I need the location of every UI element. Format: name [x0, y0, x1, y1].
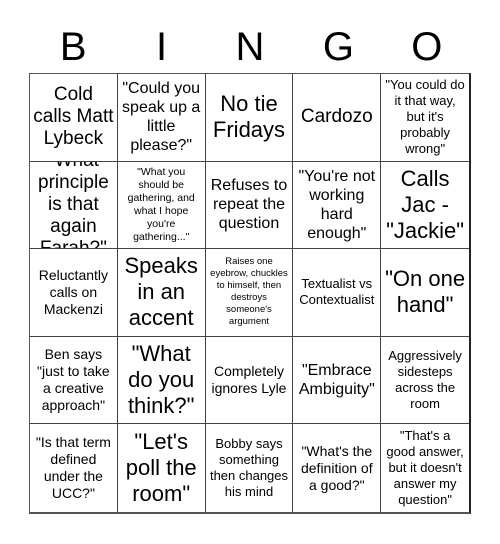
bingo-board: Cold calls Matt Lybeck "Could you speak … — [29, 73, 471, 514]
bingo-cell[interactable]: Speaks in an accent — [117, 249, 206, 337]
bingo-header: B I N G O — [29, 22, 471, 72]
bingo-cell[interactable]: Raises one eyebrow, chuckles to himself,… — [205, 249, 294, 337]
bingo-cell[interactable]: "You're not working hard enough" — [293, 161, 382, 250]
bingo-cell[interactable]: No tie Fridays — [205, 74, 294, 162]
bingo-cell[interactable]: "Embrace Ambiguity" — [293, 336, 382, 425]
header-letter-i: I — [156, 25, 168, 69]
bingo-cell[interactable]: Cold calls Matt Lybeck — [30, 74, 118, 162]
bingo-cell[interactable]: Cardozo — [293, 74, 382, 162]
bingo-cell[interactable]: Reluctantly calls on Mackenzi — [30, 249, 118, 337]
bingo-cell[interactable]: "What principle is that again Farah?" — [30, 161, 118, 250]
bingo-cell[interactable]: "That's a good answer, but it doesn't an… — [381, 424, 469, 512]
bingo-cell[interactable]: "What's the definition of a good?" — [293, 424, 382, 512]
bingo-cell[interactable]: "What do you think?" — [117, 336, 206, 425]
bingo-cell[interactable]: "Is that term defined under the UCC?" — [30, 424, 118, 512]
bingo-cell[interactable]: "Could you speak up a little please?" — [117, 74, 206, 162]
bingo-cell[interactable]: Aggressively sidesteps across the room — [381, 337, 469, 425]
bingo-cell[interactable]: "Let's poll the room" — [118, 424, 206, 512]
header-letter-n: N — [235, 25, 265, 69]
bingo-cell[interactable]: Bobby says something then changes his mi… — [206, 424, 294, 512]
header-letter-b: B — [59, 25, 87, 69]
bingo-cell[interactable]: "On one hand" — [381, 249, 469, 337]
bingo-cell[interactable]: "What you should be gathering, and what … — [117, 161, 206, 250]
header-letter-g: G — [322, 25, 354, 69]
bingo-cell[interactable]: Refuses to repeat the question — [205, 161, 294, 250]
bingo-cell[interactable]: Ben says "just to take a creative approa… — [30, 336, 118, 425]
bingo-cell[interactable]: Completely ignores Lyle — [205, 336, 294, 425]
bingo-cell[interactable]: Calls Jac - "Jackie" — [381, 162, 469, 250]
header-letter-o: O — [411, 25, 443, 69]
bingo-cell[interactable]: Textualist vs Contextualist — [293, 249, 382, 337]
bingo-cell[interactable]: "You could do it that way, but it's prob… — [381, 74, 469, 162]
